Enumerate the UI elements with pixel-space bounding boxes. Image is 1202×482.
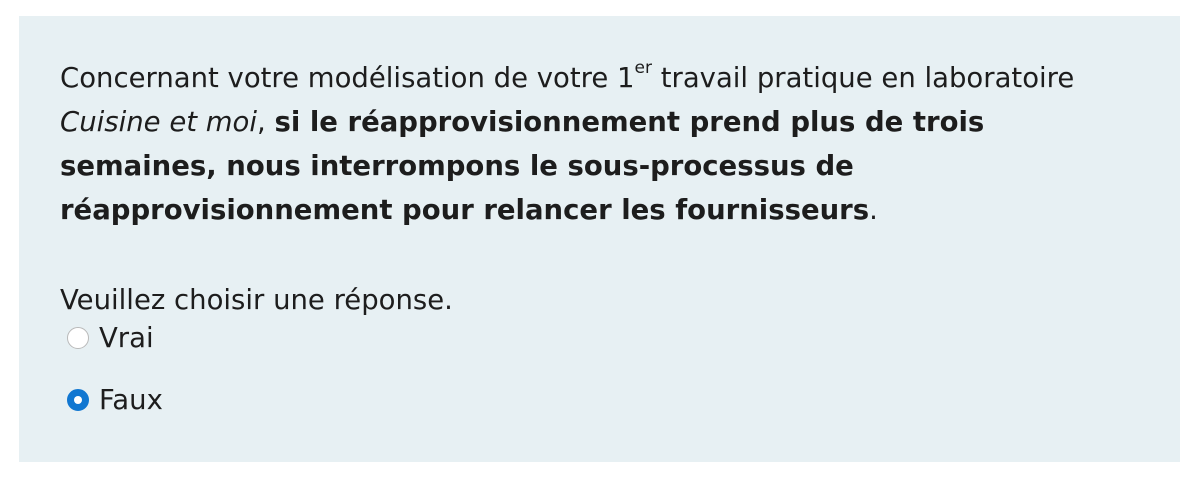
radio-faux[interactable] <box>67 389 89 411</box>
option-label-faux: Faux <box>99 384 163 416</box>
radio-vrai[interactable] <box>67 327 89 349</box>
question-text-part2: travail pratique en laboratoire <box>651 62 1075 94</box>
answer-option-faux[interactable]: Faux <box>67 380 163 420</box>
question-text-part1: Concernant votre modélisation de votre 1 <box>60 62 635 94</box>
question-text-part4: . <box>869 194 878 226</box>
lab-title: Cuisine et moi <box>60 106 258 138</box>
answer-option-vrai[interactable]: Vrai <box>67 318 154 358</box>
question-text-part3: , <box>257 106 275 138</box>
answer-prompt: Veuillez choisir une réponse. <box>60 284 453 316</box>
option-label-vrai: Vrai <box>99 322 154 354</box>
question-text: Concernant votre modélisation de votre 1… <box>60 56 1100 232</box>
question-panel: Concernant votre modélisation de votre 1… <box>19 16 1180 462</box>
ordinal-superscript: er <box>634 57 652 78</box>
